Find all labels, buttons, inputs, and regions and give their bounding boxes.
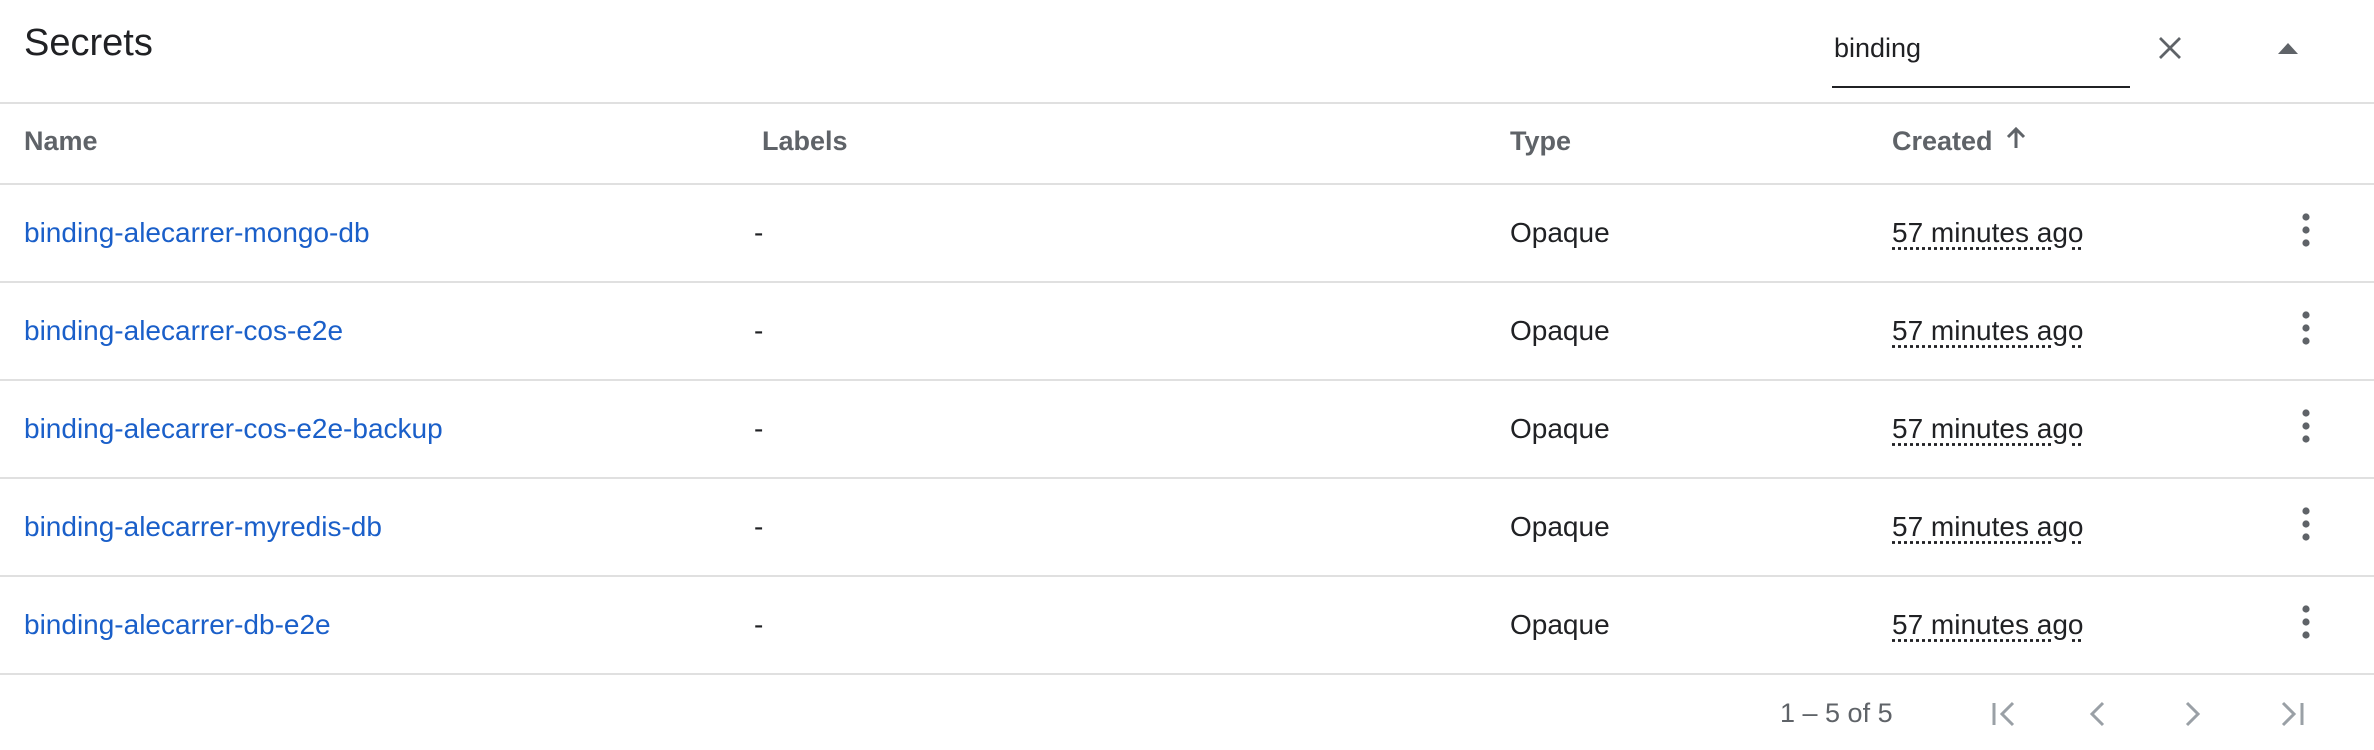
row-menu-button[interactable]: [2280, 185, 2332, 281]
table-row: binding-alecarrer-cos-e2e-backup - Opaqu…: [0, 381, 2374, 479]
more-vert-icon: [2302, 310, 2310, 352]
created-cell: 57 minutes ago: [1892, 217, 2084, 248]
labels-cell: -: [754, 511, 764, 542]
column-header-type[interactable]: Type: [1510, 126, 1571, 157]
labels-cell: -: [754, 315, 764, 346]
chevron-right-icon: [2177, 699, 2207, 734]
table-row: binding-alecarrer-cos-e2e - Opaque 57 mi…: [0, 283, 2374, 381]
card-header: Secrets: [0, 0, 2374, 104]
created-cell: 57 minutes ago: [1892, 413, 2084, 444]
close-icon: [2155, 33, 2185, 68]
type-cell: Opaque: [1510, 217, 1610, 248]
last-page-button[interactable]: [2266, 690, 2318, 742]
type-cell: Opaque: [1510, 511, 1610, 542]
more-vert-icon: [2302, 506, 2310, 548]
more-vert-icon: [2302, 212, 2310, 254]
type-cell: Opaque: [1510, 315, 1610, 346]
first-page-button[interactable]: [1978, 690, 2030, 742]
created-cell: 57 minutes ago: [1892, 511, 2084, 542]
secrets-card: Secrets Name Labels Type Created binding…: [0, 0, 2374, 750]
column-header-labels: Labels: [762, 126, 848, 156]
type-cell: Opaque: [1510, 609, 1610, 640]
next-page-button[interactable]: [2166, 690, 2218, 742]
table-row: binding-alecarrer-db-e2e - Opaque 57 min…: [0, 577, 2374, 675]
created-cell: 57 minutes ago: [1892, 315, 2084, 346]
chevron-left-icon: [2083, 699, 2113, 734]
row-menu-button[interactable]: [2280, 479, 2332, 575]
more-vert-icon: [2302, 408, 2310, 450]
secret-name-link[interactable]: binding-alecarrer-cos-e2e: [24, 283, 343, 379]
secret-name-link[interactable]: binding-alecarrer-db-e2e: [24, 577, 331, 673]
last-page-icon: [2277, 699, 2307, 734]
table-row: binding-alecarrer-mongo-db - Opaque 57 m…: [0, 185, 2374, 283]
labels-cell: -: [754, 217, 764, 248]
labels-cell: -: [754, 609, 764, 640]
row-menu-button[interactable]: [2280, 577, 2332, 673]
secret-name-link[interactable]: binding-alecarrer-myredis-db: [24, 479, 382, 575]
more-vert-icon: [2302, 604, 2310, 646]
secret-name-link[interactable]: binding-alecarrer-cos-e2e-backup: [24, 381, 443, 477]
column-header-name[interactable]: Name: [24, 126, 98, 157]
row-menu-button[interactable]: [2280, 381, 2332, 477]
page-title: Secrets: [24, 22, 153, 64]
previous-page-button[interactable]: [2072, 690, 2124, 742]
secret-name-link[interactable]: binding-alecarrer-mongo-db: [24, 185, 370, 281]
first-page-icon: [1989, 699, 2019, 734]
type-cell: Opaque: [1510, 413, 1610, 444]
pagination-range: 1 – 5 of 5: [1780, 698, 1893, 728]
collapse-button[interactable]: [2262, 24, 2314, 76]
column-header-created-label: Created: [1892, 126, 1993, 156]
arrow-drop-up-icon: [2277, 41, 2299, 60]
search-input[interactable]: [1834, 28, 2124, 68]
labels-cell: -: [754, 413, 764, 444]
table-row: binding-alecarrer-myredis-db - Opaque 57…: [0, 479, 2374, 577]
arrow-upward-icon: [2005, 126, 2027, 157]
clear-search-button[interactable]: [2144, 24, 2196, 76]
created-cell: 57 minutes ago: [1892, 609, 2084, 640]
search-field[interactable]: [1832, 20, 2130, 88]
column-header-created[interactable]: Created: [1892, 126, 2027, 157]
row-menu-button[interactable]: [2280, 283, 2332, 379]
